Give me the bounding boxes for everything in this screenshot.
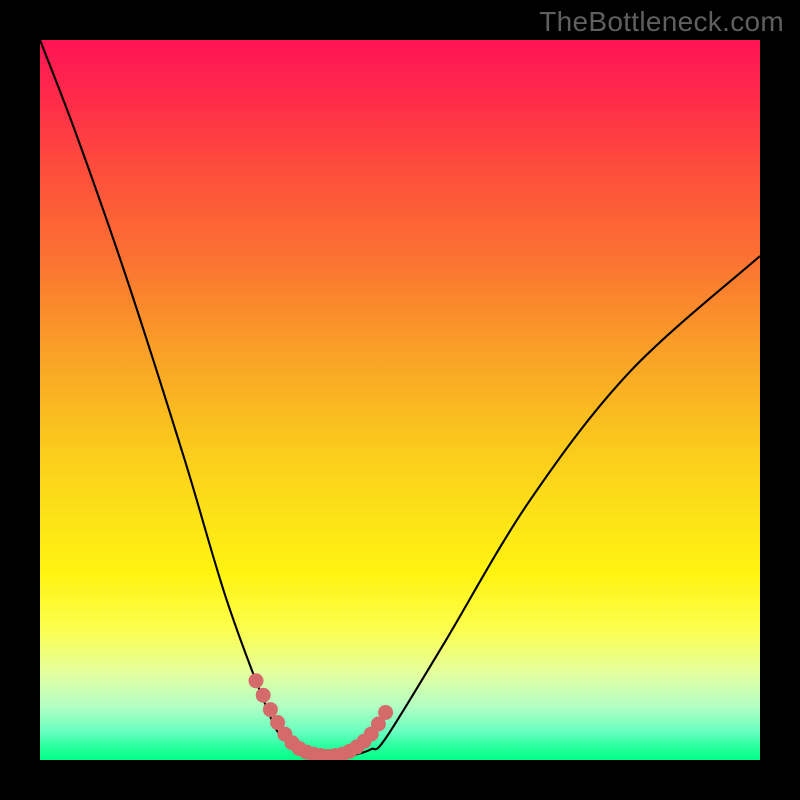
highlight-dot: [263, 702, 278, 717]
highlight-dot: [378, 705, 393, 720]
watermark-text: TheBottleneck.com: [539, 6, 784, 38]
chart-area: [40, 40, 760, 760]
highlight-dot: [249, 673, 264, 688]
highlight-dots: [40, 40, 760, 760]
highlight-dot: [256, 688, 271, 703]
